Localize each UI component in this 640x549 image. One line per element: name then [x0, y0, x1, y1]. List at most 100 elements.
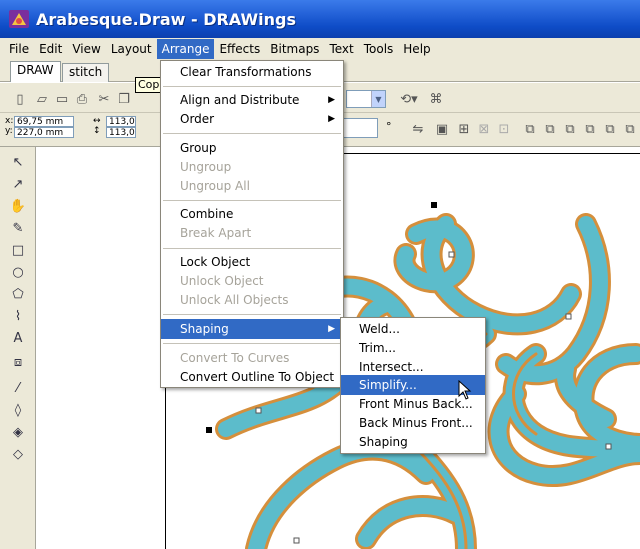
menu-order[interactable]: Order ▶	[161, 109, 343, 129]
menu-shaping-docker[interactable]: Shaping	[341, 432, 485, 452]
menu-layout[interactable]: Layout	[106, 39, 157, 59]
menu-intersect[interactable]: Intersect...	[341, 357, 485, 377]
menu-separator	[163, 248, 341, 249]
menu-convert-outline-to-object[interactable]: Convert Outline To Object	[161, 367, 343, 387]
x-position-field[interactable]: 69,75 mm	[14, 116, 74, 127]
selection-handle[interactable]	[431, 202, 437, 208]
group-icon[interactable]: ▣	[434, 121, 450, 137]
cut-icon[interactable]: ✂	[96, 91, 112, 107]
tooltip: Cop	[135, 77, 163, 93]
print-icon[interactable]: ⎙	[74, 91, 90, 107]
simplify-icon[interactable]: ⧉	[582, 121, 598, 137]
menu-break-apart[interactable]: Break Apart	[161, 223, 343, 243]
menu-separator	[163, 133, 341, 134]
menu-back-minus-front[interactable]: Back Minus Front...	[341, 413, 485, 433]
menu-group[interactable]: Group	[161, 138, 343, 158]
shape-tool-icon[interactable]: ↗	[9, 175, 27, 193]
back-minus-front-icon[interactable]: ⧉	[622, 121, 638, 137]
mirror-icon[interactable]: ⇋	[410, 121, 426, 137]
open-icon[interactable]: ▱	[34, 91, 50, 107]
tab-draw[interactable]: DRAW	[10, 61, 61, 82]
trim-icon[interactable]: ⧉	[542, 121, 558, 137]
rectangle-tool-icon[interactable]: □	[9, 241, 27, 259]
menu-effects[interactable]: Effects	[214, 39, 265, 59]
chevron-right-icon: ▶	[328, 324, 335, 334]
menu-view[interactable]: View	[67, 39, 105, 59]
eyedropper-tool-icon[interactable]: ⁄	[9, 379, 27, 397]
height-field[interactable]: 113,0	[106, 127, 136, 138]
curve-tool-icon[interactable]: ⌇	[9, 307, 27, 325]
menu-convert-to-curves[interactable]: Convert To Curves	[161, 348, 343, 368]
menu-lock-object[interactable]: Lock Object	[161, 252, 343, 272]
menu-align-distribute[interactable]: Align and Distribute ▶	[161, 90, 343, 110]
menu-ungroup-all[interactable]: Ungroup All	[161, 176, 343, 196]
extrude-tool-icon[interactable]: ⧈	[9, 353, 27, 371]
polygon-tool-icon[interactable]: ⬠	[9, 285, 27, 303]
menu-arrange[interactable]: Arrange	[156, 39, 215, 59]
menu-text[interactable]: Text	[324, 39, 358, 59]
chevron-right-icon: ▶	[328, 95, 335, 105]
y-position-field[interactable]: 227,0 mm	[14, 127, 74, 138]
menu-shaping[interactable]: Shaping ▶	[161, 319, 343, 339]
new-icon[interactable]: ▯	[12, 91, 28, 107]
fill-tool-icon[interactable]: ◈	[9, 423, 27, 441]
transform-icon[interactable]: ⟲▾	[396, 91, 422, 107]
arrange-menu: Clear Transformations Align and Distribu…	[160, 60, 344, 388]
y-label: y:	[5, 126, 13, 136]
menu-clear-transformations[interactable]: Clear Transformations	[161, 62, 343, 82]
rotation-field[interactable]	[340, 118, 378, 138]
outline-tool-icon[interactable]: ◊	[9, 401, 27, 419]
break-apart-icon[interactable]: ⊠	[476, 121, 492, 137]
menu-help[interactable]: Help	[398, 39, 435, 59]
menu-file[interactable]: File	[4, 39, 34, 59]
x-label: x:	[5, 116, 14, 126]
menu-tools[interactable]: Tools	[359, 39, 399, 59]
selection-handle[interactable]	[206, 427, 212, 433]
title-bar[interactable]: Arabesque.Draw - DRAWings	[0, 0, 640, 38]
degree-symbol: °	[386, 120, 392, 133]
copy-icon[interactable]: ❐	[116, 91, 132, 107]
window-title: Arabesque.Draw - DRAWings	[36, 9, 296, 29]
menu-combine[interactable]: Combine	[161, 204, 343, 224]
node-point[interactable]	[255, 407, 262, 414]
interactive-fill-tool-icon[interactable]: ◇	[9, 445, 27, 463]
width-field[interactable]: 113,0	[106, 116, 136, 127]
menu-bitmaps[interactable]: Bitmaps	[265, 39, 324, 59]
toolbox: ↖ ↗ ✋ ✎ □ ○ ⬠ ⌇ A ⧈ ⁄ ◊ ◈ ◇	[0, 147, 36, 549]
menu-edit[interactable]: Edit	[34, 39, 67, 59]
menu-separator	[163, 343, 341, 344]
pan-tool-icon[interactable]: ✋	[9, 197, 27, 215]
tab-stitch[interactable]: stitch	[62, 63, 110, 82]
node-point[interactable]	[293, 537, 300, 544]
menu-separator	[163, 86, 341, 87]
save-icon[interactable]: ▭	[54, 91, 70, 107]
chevron-down-icon[interactable]: ▼	[371, 91, 385, 107]
ungroup-icon[interactable]: ⊡	[496, 121, 512, 137]
menu-bar: File Edit View Layout Arrange Effects Bi…	[0, 38, 640, 60]
node-point[interactable]	[565, 313, 572, 320]
menu-unlock-object[interactable]: Unlock Object	[161, 271, 343, 291]
ellipse-tool-icon[interactable]: ○	[9, 263, 27, 281]
height-icon: ↕	[93, 126, 101, 136]
pointer-tool-icon[interactable]: ↖	[9, 153, 27, 171]
menu-unlock-all-objects[interactable]: Unlock All Objects	[161, 290, 343, 310]
node-point[interactable]	[448, 251, 455, 258]
zoom-combo[interactable]: ▼	[346, 90, 386, 108]
chevron-right-icon: ▶	[328, 114, 335, 124]
width-icon: ↔	[93, 116, 101, 126]
mouse-cursor-icon	[458, 380, 472, 400]
menu-trim[interactable]: Trim...	[341, 338, 485, 358]
front-minus-back-icon[interactable]: ⧉	[602, 121, 618, 137]
node-edit-icon[interactable]: ⌘	[428, 91, 444, 107]
weld-icon[interactable]: ⧉	[522, 121, 538, 137]
combine-icon[interactable]: ⊞	[456, 121, 472, 137]
freehand-tool-icon[interactable]: ✎	[9, 219, 27, 237]
node-point[interactable]	[605, 443, 612, 450]
menu-separator	[163, 200, 341, 201]
drawings-app-icon	[9, 10, 29, 28]
menu-weld[interactable]: Weld...	[341, 319, 485, 339]
menu-separator	[163, 314, 341, 315]
text-tool-icon[interactable]: A	[9, 329, 27, 347]
menu-ungroup[interactable]: Ungroup	[161, 157, 343, 177]
intersect-icon[interactable]: ⧉	[562, 121, 578, 137]
